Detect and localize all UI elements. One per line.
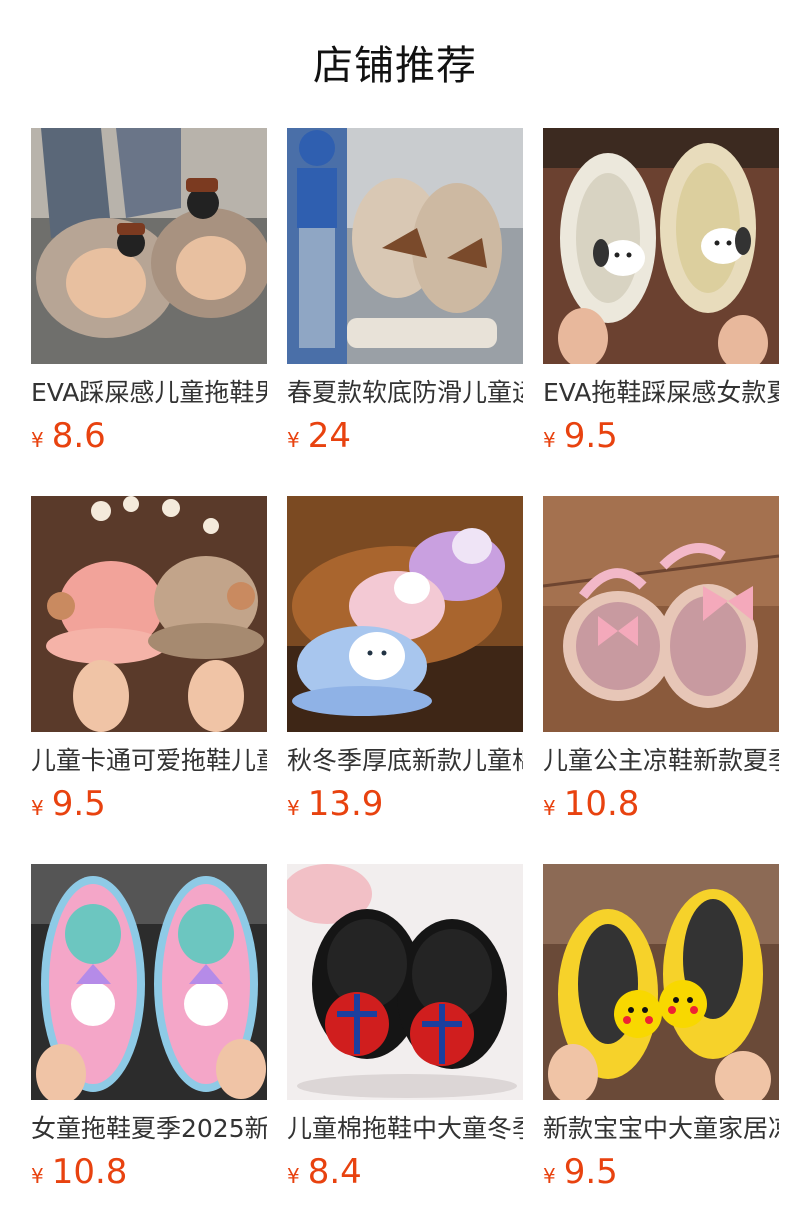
currency-symbol: ¥ — [543, 428, 556, 452]
currency-symbol: ¥ — [543, 796, 556, 820]
product-name[interactable]: 儿童卡通可爱拖鞋儿童 — [31, 744, 267, 778]
product-card[interactable]: 儿童公主凉鞋新款夏季 ¥10.8 — [543, 496, 779, 852]
product-name[interactable]: EVA踩屎感儿童拖鞋男 — [31, 376, 267, 410]
price-value: 8.6 — [51, 416, 106, 456]
currency-symbol: ¥ — [31, 1164, 44, 1188]
price-value: 8.4 — [307, 1152, 362, 1192]
price-value: 9.5 — [51, 784, 106, 824]
product-name[interactable]: 儿童公主凉鞋新款夏季 — [543, 744, 779, 778]
currency-symbol: ¥ — [287, 1164, 300, 1188]
section-title: 店铺推荐 — [313, 43, 477, 89]
product-price: ¥9.5 — [543, 414, 779, 458]
product-card[interactable]: 儿童棉拖鞋中大童冬季 ¥8.4 — [287, 864, 523, 1220]
product-grid: EVA踩屎感儿童拖鞋男 ¥8.6 春夏款软底防滑儿童运动鞋 ¥24 — [31, 128, 790, 1220]
product-image[interactable] — [543, 864, 779, 1100]
product-name[interactable]: EVA拖鞋踩屎感女款夏季 — [543, 376, 779, 410]
currency-symbol: ¥ — [31, 428, 44, 452]
price-value: 24 — [307, 416, 351, 456]
currency-symbol: ¥ — [287, 796, 300, 820]
price-value: 13.9 — [307, 784, 384, 824]
product-price: ¥8.4 — [287, 1150, 523, 1194]
price-value: 10.8 — [563, 784, 640, 824]
product-name[interactable]: 儿童棉拖鞋中大童冬季 — [287, 1112, 523, 1146]
product-price: ¥9.5 — [31, 782, 267, 826]
product-name[interactable]: 女童拖鞋夏季2025新款 — [31, 1112, 267, 1146]
product-name[interactable]: 春夏款软底防滑儿童运动鞋 — [287, 376, 523, 410]
product-price: ¥9.5 — [543, 1150, 779, 1194]
product-card[interactable]: 儿童卡通可爱拖鞋儿童 ¥9.5 — [31, 496, 267, 852]
product-image[interactable] — [31, 128, 267, 364]
product-price: ¥13.9 — [287, 782, 523, 826]
product-card[interactable]: EVA拖鞋踩屎感女款夏季 ¥9.5 — [543, 128, 779, 484]
product-image[interactable] — [543, 128, 779, 364]
product-image[interactable] — [31, 864, 267, 1100]
product-card[interactable]: 新款宝宝中大童家居凉拖 ¥9.5 — [543, 864, 779, 1220]
product-image[interactable] — [287, 864, 523, 1100]
price-value: 10.8 — [51, 1152, 128, 1192]
product-image[interactable] — [287, 496, 523, 732]
product-image[interactable] — [287, 128, 523, 364]
price-value: 9.5 — [563, 416, 618, 456]
product-price: ¥10.8 — [543, 782, 779, 826]
product-price: ¥24 — [287, 414, 523, 458]
currency-symbol: ¥ — [31, 796, 44, 820]
price-value: 9.5 — [563, 1152, 618, 1192]
product-image[interactable] — [543, 496, 779, 732]
currency-symbol: ¥ — [543, 1164, 556, 1188]
product-card[interactable]: EVA踩屎感儿童拖鞋男 ¥8.6 — [31, 128, 267, 484]
product-name[interactable]: 新款宝宝中大童家居凉拖 — [543, 1112, 779, 1146]
product-card[interactable]: 女童拖鞋夏季2025新款 ¥10.8 — [31, 864, 267, 1220]
product-image[interactable] — [31, 496, 267, 732]
product-card[interactable]: 春夏款软底防滑儿童运动鞋 ¥24 — [287, 128, 523, 484]
product-name[interactable]: 秋冬季厚底新款儿童棉拖 — [287, 744, 523, 778]
currency-symbol: ¥ — [287, 428, 300, 452]
product-price: ¥8.6 — [31, 414, 267, 458]
product-price: ¥10.8 — [31, 1150, 267, 1194]
product-card[interactable]: 秋冬季厚底新款儿童棉拖 ¥13.9 — [287, 496, 523, 852]
